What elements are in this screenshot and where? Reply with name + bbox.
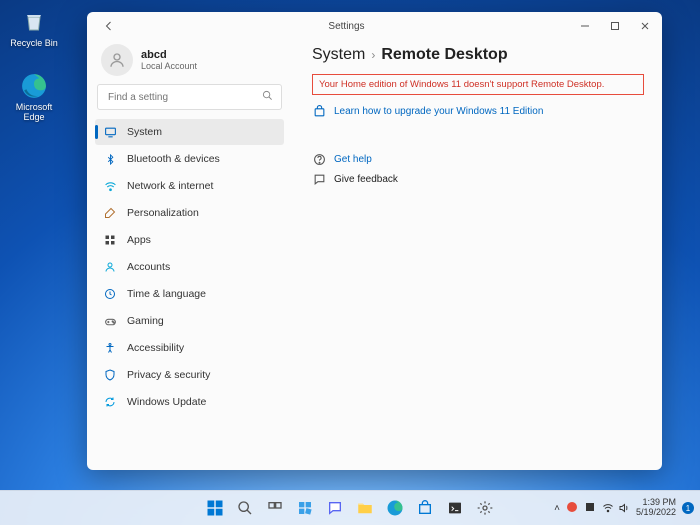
nav-item-apps[interactable]: Apps [95,227,284,253]
tray-notifications[interactable]: 1 [682,502,694,514]
tray-clock[interactable]: 1:39 PM 5/19/2022 [636,498,676,518]
chevron-right-icon: › [371,48,375,62]
taskbar-edge[interactable] [382,495,408,521]
nav-label: Network & internet [127,180,213,192]
desktop: Recycle Bin Microsoft Edge Settings [0,0,700,525]
sidebar: abcd Local Account System [87,40,294,470]
settings-window: Settings abcd Local Account [87,12,662,470]
speaker-tray-icon [618,502,630,514]
taskbar-search[interactable] [232,495,258,521]
nav-item-bluetooth[interactable]: Bluetooth & devices [95,146,284,172]
nav-item-accounts[interactable]: Accounts [95,254,284,280]
nav-item-network[interactable]: Network & internet [95,173,284,199]
nav-label: Apps [127,234,151,246]
search-box[interactable] [97,84,282,110]
feedback-icon [312,172,326,186]
titlebar: Settings [87,12,662,40]
help-icon [312,152,326,166]
breadcrumb-parent[interactable]: System [312,46,365,64]
give-feedback-text: Give feedback [334,174,398,185]
brush-icon [103,206,117,220]
nav-label: Time & language [127,288,206,300]
person-icon [103,260,117,274]
upgrade-link-text: Learn how to upgrade your Windows 11 Edi… [334,106,543,117]
nav-label: Windows Update [127,396,206,408]
taskbar-widgets[interactable] [292,495,318,521]
account-block[interactable]: abcd Local Account [87,40,292,84]
wifi-icon [103,179,117,193]
tray-date: 5/19/2022 [636,508,676,518]
nav-label: System [127,126,162,138]
unsupported-alert: Your Home edition of Windows 11 doesn't … [312,74,644,95]
nav-item-windows-update[interactable]: Windows Update [95,389,284,415]
breadcrumb: System › Remote Desktop [312,46,644,64]
nav: System Bluetooth & devices Network & int… [87,118,292,470]
taskbar-taskview[interactable] [262,495,288,521]
tray-network-sound-battery[interactable] [602,502,630,514]
accessibility-icon [103,341,117,355]
tray-app-icon[interactable] [566,501,578,515]
give-feedback-link[interactable]: Give feedback [312,169,644,189]
desktop-icon-recycle-bin[interactable]: Recycle Bin [10,8,58,48]
taskbar-store[interactable] [412,495,438,521]
tray-app-icon[interactable] [584,501,596,515]
maximize-button[interactable] [600,14,630,38]
update-icon [103,395,117,409]
get-help-link[interactable]: Get help [312,149,644,169]
window-title: Settings [328,21,364,32]
nav-item-gaming[interactable]: Gaming [95,308,284,334]
avatar-icon [101,44,133,76]
get-help-text: Get help [334,154,372,165]
apps-icon [103,233,117,247]
close-button[interactable] [630,14,660,38]
nav-label: Bluetooth & devices [127,153,220,165]
upgrade-link[interactable]: Learn how to upgrade your Windows 11 Edi… [312,101,644,121]
account-name: abcd [141,49,197,61]
desktop-icon-label: Recycle Bin [10,38,58,48]
wifi-tray-icon [602,502,614,514]
desktop-icon-label: Microsoft Edge [10,102,58,122]
nav-item-system[interactable]: System [95,119,284,145]
taskbar-terminal[interactable] [442,495,468,521]
system-icon [103,125,117,139]
clock-icon [103,287,117,301]
taskbar-settings[interactable] [472,495,498,521]
nav-item-accessibility[interactable]: Accessibility [95,335,284,361]
back-button[interactable] [97,14,121,38]
search-icon [262,90,273,104]
taskbar-explorer[interactable] [352,495,378,521]
tray-overflow[interactable]: ˄ [554,503,560,514]
store-icon [312,104,326,118]
nav-item-personalization[interactable]: Personalization [95,200,284,226]
search-input[interactable] [106,91,262,104]
account-type: Local Account [141,61,197,71]
nav-label: Accounts [127,261,170,273]
minimize-button[interactable] [570,14,600,38]
taskbar-center [202,495,498,521]
bluetooth-icon [103,152,117,166]
nav-label: Privacy & security [127,369,210,381]
edge-icon [20,72,48,100]
nav-label: Gaming [127,315,164,327]
shield-icon [103,368,117,382]
taskbar: ˄ 1:39 PM 5/19/2022 1 [0,490,700,525]
gaming-icon [103,314,117,328]
breadcrumb-current: Remote Desktop [381,46,507,64]
nav-label: Personalization [127,207,199,219]
main-pane: System › Remote Desktop Your Home editio… [294,40,662,470]
nav-item-privacy[interactable]: Privacy & security [95,362,284,388]
recycle-bin-icon [20,8,48,36]
account-text: abcd Local Account [141,49,197,71]
taskbar-chat[interactable] [322,495,348,521]
nav-item-time-language[interactable]: Time & language [95,281,284,307]
window-body: abcd Local Account System [87,40,662,470]
start-button[interactable] [202,495,228,521]
desktop-icon-edge[interactable]: Microsoft Edge [10,72,58,122]
system-tray: ˄ 1:39 PM 5/19/2022 1 [554,491,694,525]
nav-label: Accessibility [127,342,184,354]
